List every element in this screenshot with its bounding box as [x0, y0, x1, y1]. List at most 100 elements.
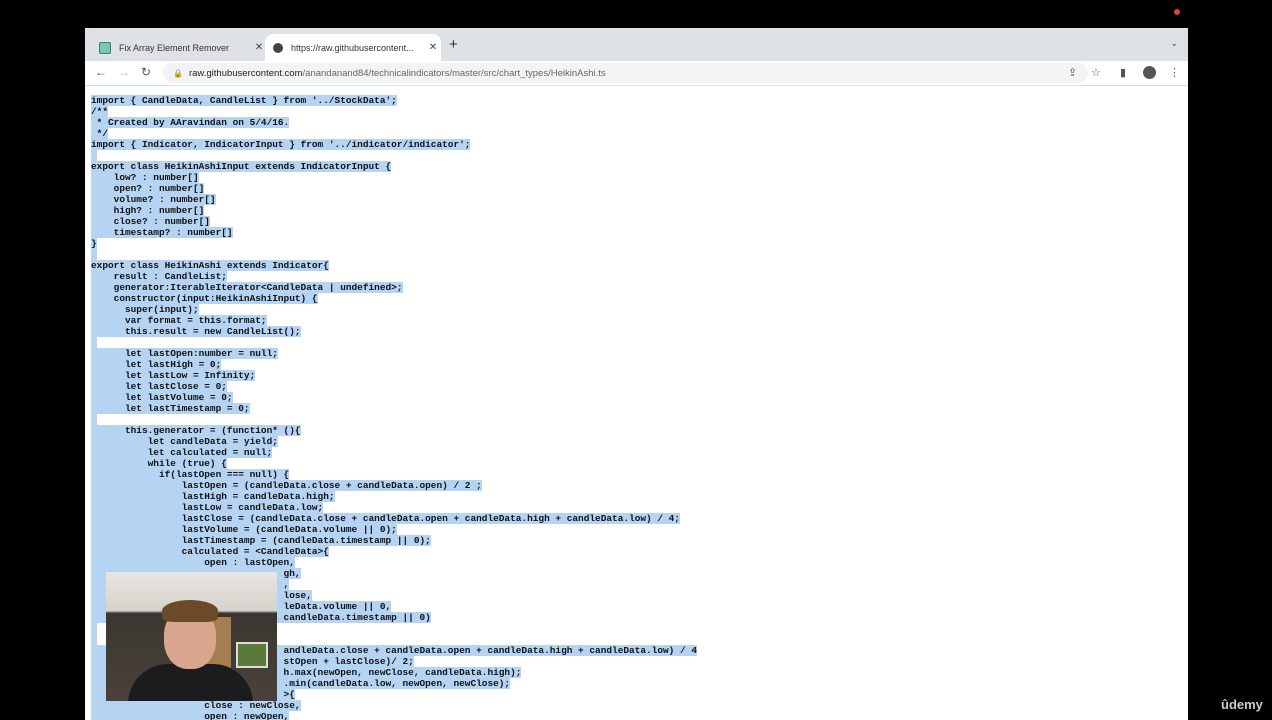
code-line: lastLow = candleData.low; — [91, 502, 697, 513]
code-line: this.generator = (function* (){ — [91, 425, 697, 436]
code-line-text: let lastHigh = 0; — [91, 359, 222, 370]
code-line-text: calculated = <CandleData>{ — [91, 546, 329, 557]
code-line: calculated = <CandleData>{ — [91, 546, 697, 557]
recording-indicator — [1174, 9, 1180, 15]
code-line: let lastOpen:number = null; — [91, 348, 697, 359]
code-line-text: } — [91, 238, 97, 249]
code-line — [91, 150, 697, 161]
code-line-text — [91, 150, 97, 161]
code-line-text: lastClose = (candleData.close + candleDa… — [91, 513, 680, 524]
code-line-text: export class HeikinAshi extends Indicato… — [91, 260, 329, 271]
code-line: super(input); — [91, 304, 697, 315]
code-line-text: generator:IterableIterator<CandleData | … — [91, 282, 403, 293]
code-line — [91, 249, 697, 260]
tab-search-icon[interactable]: ⌄ — [1170, 38, 1178, 49]
globe-icon — [273, 42, 283, 53]
new-tab-button[interactable]: + — [449, 36, 458, 53]
code-line-text: volume? : number[] — [91, 194, 216, 205]
code-line-text: this.result = new CandleList(); — [91, 326, 301, 337]
udemy-watermark: ûdemy — [1221, 697, 1263, 712]
url-path: /anandanand84/technicalindicators/master… — [302, 67, 606, 79]
code-line: lastVolume = (candleData.volume || 0); — [91, 524, 697, 535]
code-line-text: */ — [91, 128, 108, 139]
code-line-text: var format = this.format; — [91, 315, 267, 326]
code-line: open? : number[] — [91, 183, 697, 194]
code-line: var format = this.format; — [91, 315, 697, 326]
code-line: import { CandleData, CandleList } from '… — [91, 95, 697, 106]
lock-icon[interactable]: 🔒 — [173, 69, 183, 78]
profile-avatar[interactable] — [1143, 66, 1156, 79]
code-line-text — [91, 414, 97, 425]
code-line-text: import { CandleData, CandleList } from '… — [91, 95, 397, 106]
code-line: constructor(input:HeikinAshiInput) { — [91, 293, 697, 304]
code-line-text: lastTimestamp = (candleData.timestamp ||… — [91, 535, 431, 546]
code-line-text: export class HeikinAshiInput extends Ind… — [91, 161, 392, 172]
code-line-text — [91, 337, 97, 348]
code-line-text: lastOpen = (candleData.close + candleDat… — [91, 480, 482, 491]
url-input[interactable]: 🔒 raw.githubusercontent.com/anandanand84… — [163, 63, 1088, 83]
code-line-text: close? : number[] — [91, 216, 210, 227]
code-line: generator:IterableIterator<CandleData | … — [91, 282, 697, 293]
code-line-text: lastHigh = candleData.high; — [91, 491, 335, 502]
code-line: let lastLow = Infinity; — [91, 370, 697, 381]
code-line-text: open : newOpen, — [91, 711, 290, 720]
tab-raw-githubusercontent[interactable]: https://raw.githubusercontent... ✕ — [265, 34, 441, 61]
tab-fix-array-element-remover[interactable]: Fix Array Element Remover ✕ — [91, 34, 267, 61]
address-bar-row: ← → ↻ 🔒 raw.githubusercontent.com/ananda… — [85, 61, 1188, 86]
tab-label: Fix Array Element Remover — [119, 42, 230, 53]
code-line: low? : number[] — [91, 172, 697, 183]
code-line: while (true) { — [91, 458, 697, 469]
code-line: this.result = new CandleList(); — [91, 326, 697, 337]
code-line-text — [91, 623, 97, 634]
side-panel-icon[interactable]: ▮ — [1120, 66, 1126, 79]
code-line: lastClose = (candleData.close + candleDa… — [91, 513, 697, 524]
forward-button[interactable]: → — [118, 65, 130, 79]
code-line: timestamp? : number[] — [91, 227, 697, 238]
code-line: let lastTimestamp = 0; — [91, 403, 697, 414]
bookmark-star-icon[interactable]: ☆ — [1091, 66, 1101, 79]
tab-bar: Fix Array Element Remover ✕ https://raw.… — [85, 28, 1188, 61]
code-line-text: /** — [91, 106, 108, 117]
code-line: close : newClose, — [91, 700, 697, 711]
code-line-text: super(input); — [91, 304, 199, 315]
code-line: let calculated = null; — [91, 447, 697, 458]
code-line-text: let lastVolume = 0; — [91, 392, 233, 403]
code-line-text: * Created by AAravindan on 5/4/16. — [91, 117, 290, 128]
code-line: lastHigh = candleData.high; — [91, 491, 697, 502]
code-line: volume? : number[] — [91, 194, 697, 205]
code-line-text: close : newClose, — [91, 700, 301, 711]
code-line-text: lastLow = candleData.low; — [91, 502, 324, 513]
back-button[interactable]: ← — [95, 65, 107, 79]
code-line: open : newOpen, — [91, 711, 697, 720]
browser-window: Fix Array Element Remover ✕ https://raw.… — [85, 28, 1188, 720]
code-line: /** — [91, 106, 697, 117]
code-line: let candleData = yield; — [91, 436, 697, 447]
code-line: export class HeikinAshiInput extends Ind… — [91, 161, 697, 172]
code-line: * Created by AAravindan on 5/4/16. — [91, 117, 697, 128]
instructor-webcam-overlay — [106, 572, 277, 701]
code-line: open : lastOpen, — [91, 557, 697, 568]
reload-button[interactable]: ↻ — [141, 65, 151, 79]
browser-menu-icon[interactable]: ⋮ — [1169, 66, 1180, 79]
code-line-text: let lastOpen:number = null; — [91, 348, 278, 359]
code-line-text: let lastClose = 0; — [91, 381, 227, 392]
code-line: export class HeikinAshi extends Indicato… — [91, 260, 697, 271]
close-tab-icon[interactable]: ✕ — [425, 42, 441, 53]
code-line: result : CandleList; — [91, 271, 697, 282]
tab-label: https://raw.githubusercontent... — [291, 42, 414, 53]
code-line: let lastHigh = 0; — [91, 359, 697, 370]
app-favicon-icon — [99, 41, 111, 54]
share-icon[interactable]: ⇪ — [1068, 66, 1077, 79]
code-line-text — [91, 249, 97, 260]
code-line: */ — [91, 128, 697, 139]
code-line-text: if(lastOpen === null) { — [91, 469, 290, 480]
code-line-text: this.generator = (function* (){ — [91, 425, 301, 436]
code-line-text: open : lastOpen, — [91, 557, 295, 568]
code-line: close? : number[] — [91, 216, 697, 227]
code-line-text: timestamp? : number[] — [91, 227, 233, 238]
code-line-text: constructor(input:HeikinAshiInput) { — [91, 293, 318, 304]
code-line: let lastClose = 0; — [91, 381, 697, 392]
code-line: } — [91, 238, 697, 249]
code-line-text: while (true) { — [91, 458, 227, 469]
code-line: let lastVolume = 0; — [91, 392, 697, 403]
